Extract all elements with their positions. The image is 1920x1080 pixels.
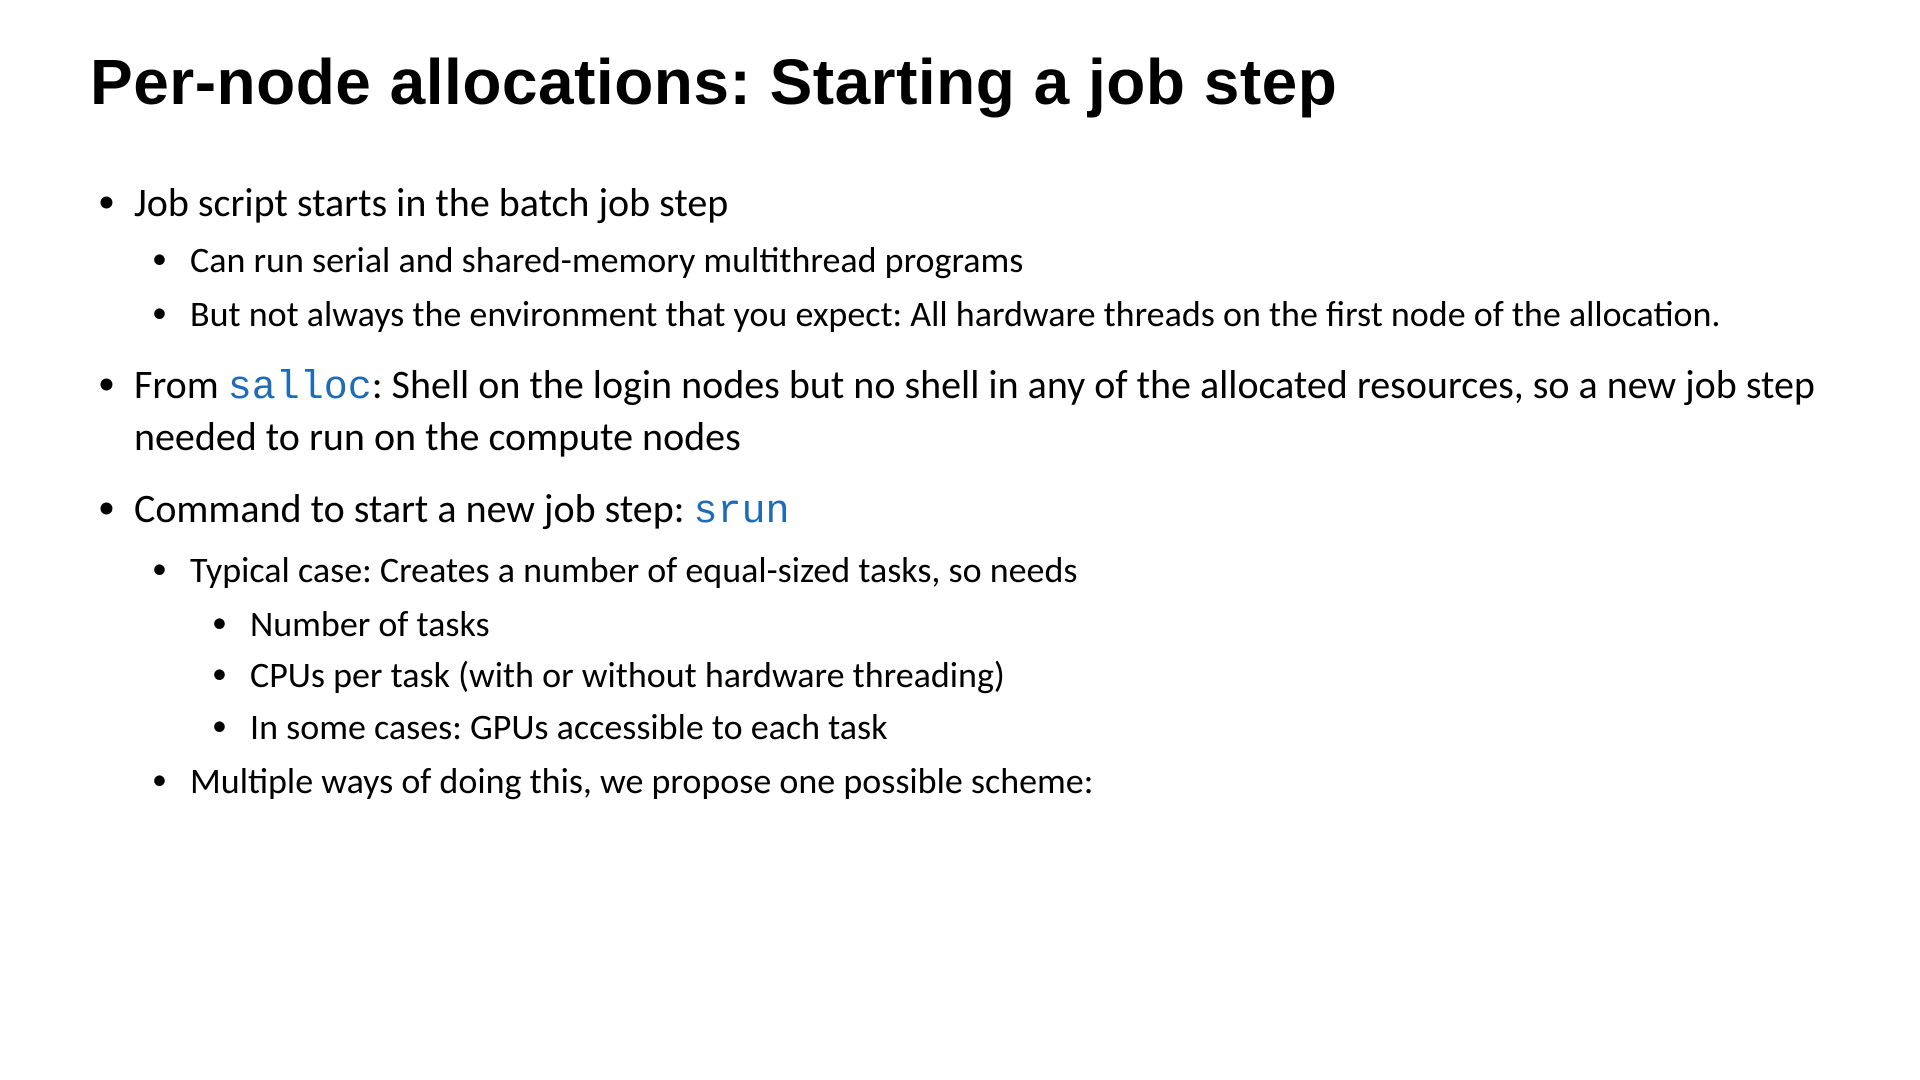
bullet-item: Command to start a new job step: srun Ty… bbox=[90, 485, 1830, 805]
bullet-item: But not always the environment that you … bbox=[144, 293, 1830, 337]
bullet-item: Number of tasks bbox=[200, 603, 1830, 647]
bullet-text-prefix: Command to start a new job step: bbox=[134, 484, 693, 533]
bullet-item: In some cases: GPUs accessible to each t… bbox=[200, 706, 1830, 750]
bullet-item: Can run serial and shared-memory multith… bbox=[144, 239, 1830, 283]
bullet-text: But not always the environment that you … bbox=[190, 292, 1721, 336]
bullet-item: CPUs per task (with or without hardware … bbox=[200, 654, 1830, 698]
slide-title: Per-node allocations: Starting a job ste… bbox=[90, 44, 1830, 121]
code-srun: srun bbox=[693, 490, 789, 535]
bullet-text: Can run serial and shared-memory multith… bbox=[190, 238, 1023, 282]
bullet-list-level-2: Typical case: Creates a number of equal-… bbox=[134, 549, 1830, 805]
bullet-text-prefix: From bbox=[134, 360, 228, 409]
bullet-list-level-3: Number of tasks CPUs per task (with or w… bbox=[190, 603, 1830, 751]
code-salloc: salloc bbox=[228, 366, 372, 411]
bullet-item: Typical case: Creates a number of equal-… bbox=[144, 549, 1830, 751]
bullet-item: Multiple ways of doing this, we propose … bbox=[144, 760, 1830, 804]
bullet-item: Job script starts in the batch job step … bbox=[90, 179, 1830, 337]
bullet-text: Number of tasks bbox=[250, 602, 490, 646]
slide: Per-node allocations: Starting a job ste… bbox=[0, 0, 1920, 1080]
bullet-text-suffix: : Shell on the login nodes but no shell … bbox=[134, 360, 1815, 461]
bullet-text: Typical case: Creates a number of equal-… bbox=[190, 548, 1077, 592]
bullet-text: In some cases: GPUs accessible to each t… bbox=[250, 705, 887, 749]
bullet-item: From salloc: Shell on the login nodes bu… bbox=[90, 361, 1830, 461]
bullet-list-level-2: Can run serial and shared-memory multith… bbox=[134, 239, 1830, 337]
bullet-text: CPUs per task (with or without hardware … bbox=[250, 653, 1005, 697]
bullet-text: Job script starts in the batch job step bbox=[134, 178, 728, 227]
bullet-text: Multiple ways of doing this, we propose … bbox=[190, 759, 1093, 803]
bullet-list-level-1: Job script starts in the batch job step … bbox=[90, 179, 1830, 804]
